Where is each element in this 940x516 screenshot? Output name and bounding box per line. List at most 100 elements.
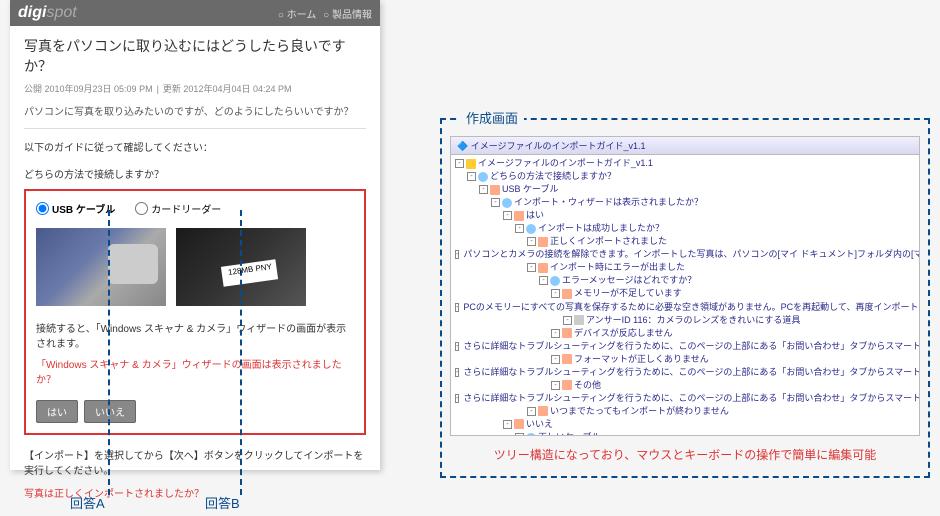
editor-border: 🔷 イメージファイルのインポートガイド_v1.1 -イメージファイルのインポート… xyxy=(440,118,930,478)
tree-node[interactable]: - フォーマットが正しくありません xyxy=(455,353,915,366)
tree-node[interactable]: - エラーメッセージはどれですか？ xyxy=(455,274,915,287)
tree-node[interactable]: -パソコンとカメラの接続を解除できます。インポートした写真は、パソコンの[マイ … xyxy=(455,248,915,261)
tree-node-label[interactable]: いいえ xyxy=(526,418,553,431)
tree-node[interactable]: - インポート・ウィザードは表示されましたか？ xyxy=(455,196,915,209)
tree-toggle-icon[interactable]: - xyxy=(551,289,560,298)
q-icon xyxy=(478,172,488,182)
tree-toggle-icon[interactable]: - xyxy=(455,394,459,403)
tree-node[interactable]: - アンサーID 116：カメラのレンズをきれいにする道具 xyxy=(455,314,915,327)
tree-toggle-icon[interactable]: - xyxy=(455,368,459,377)
tree-node-label[interactable]: さらに詳細なトラブルシューティングを行うために、このページの上部にある「お問い合… xyxy=(463,392,920,405)
faq-meta: 公開 2010年09月23日 05:09 PM|更新 2012年04月04日 0… xyxy=(24,82,366,95)
tree-node[interactable]: - インポート時にエラーが出ました xyxy=(455,261,915,274)
tree-toggle-icon[interactable]: - xyxy=(467,172,476,181)
tree-toggle-icon[interactable]: - xyxy=(455,250,459,259)
a-icon xyxy=(562,289,572,299)
tree-node[interactable]: - いいえ xyxy=(455,418,915,431)
tree-content[interactable]: -イメージファイルのインポートガイド_v1.1-どちらの方法で接続しますか？-U… xyxy=(451,155,919,436)
import-text: 【インポート】を選択してから【次へ】ボタンをクリックしてインポートを実行してくだ… xyxy=(24,449,366,479)
a-icon xyxy=(490,185,500,195)
tree-node[interactable]: - イメージファイルのインポートガイド_v1.1 xyxy=(455,157,915,170)
tree-node-label[interactable]: 正しいケーブル xyxy=(538,431,600,436)
tree-toggle-icon[interactable]: - xyxy=(503,211,512,220)
tree-node[interactable]: - インポートは成功しましたか？ xyxy=(455,222,915,235)
tree-toggle-icon[interactable]: - xyxy=(503,420,512,429)
tree-node-label[interactable]: PCのメモリーにすべての写真を保存するために必要な空き領域がありません。PCを再… xyxy=(463,301,920,314)
btn-no[interactable]: いいえ xyxy=(84,400,136,423)
tree-toggle-icon[interactable]: - xyxy=(527,237,536,246)
nav-links: ○ ホーム ○ 製品情報 xyxy=(274,6,372,21)
q-icon xyxy=(526,224,536,234)
tree-toggle-icon[interactable]: - xyxy=(551,355,560,364)
tree-node-label[interactable]: USB ケーブル xyxy=(502,183,558,196)
tree-node[interactable]: - 正しくインポートされました xyxy=(455,235,915,248)
tree-node-label[interactable]: さらに詳細なトラブルシューティングを行うために、このページの上部にある「お問い合… xyxy=(463,366,920,379)
tree-toggle-icon[interactable]: - xyxy=(551,329,560,338)
tree-node[interactable]: - デバイスが反応しません xyxy=(455,327,915,340)
faq-instruction: 以下のガイドに従って確認してください： xyxy=(24,139,366,154)
tree-node-label[interactable]: メモリーが不足しています xyxy=(574,287,682,300)
nav-products[interactable]: ○ 製品情報 xyxy=(323,10,372,21)
tree-node-label[interactable]: はい xyxy=(526,209,544,222)
tree-node-label[interactable]: パソコンとカメラの接続を解除できます。インポートした写真は、パソコンの[マイ ド… xyxy=(463,248,920,261)
tree-toggle-icon[interactable]: - xyxy=(527,407,536,416)
divider xyxy=(24,128,366,129)
tree-node[interactable]: - その他 xyxy=(455,379,915,392)
tree-toggle-icon[interactable]: - xyxy=(539,276,548,285)
tree-toggle-icon[interactable]: - xyxy=(515,433,524,436)
radio-card[interactable] xyxy=(135,202,148,215)
btn-yes[interactable]: はい xyxy=(36,400,78,423)
tree-node-label[interactable]: 正しくインポートされました xyxy=(550,235,667,248)
tree-node-label[interactable]: どちらの方法で接続しますか？ xyxy=(490,170,616,183)
tree-toggle-icon[interactable]: - xyxy=(527,263,536,272)
a-icon xyxy=(562,328,572,338)
tree-node[interactable]: -さらに詳細なトラブルシューティングを行うために、このページの上部にある「お問い… xyxy=(455,340,915,353)
tree-node-label[interactable]: デバイスが反応しません xyxy=(574,327,672,340)
tree-toggle-icon[interactable]: - xyxy=(551,381,560,390)
tree-toggle-icon[interactable]: - xyxy=(455,303,459,312)
faq-body: 写真をパソコンに取り込むにはどうしたら良いですか？ 公開 2010年09月23日… xyxy=(10,26,380,510)
tree-node[interactable]: - いつまでたってもインポートが終わりません xyxy=(455,405,915,418)
tree-panel: 🔷 イメージファイルのインポートガイド_v1.1 -イメージファイルのインポート… xyxy=(450,136,920,436)
tree-toggle-icon[interactable]: - xyxy=(479,185,488,194)
editor-section: 作成画面 🔷 イメージファイルのインポートガイド_v1.1 -イメージファイルの… xyxy=(440,118,930,478)
option-usb[interactable]: USB ケーブル xyxy=(36,201,115,216)
tree-toggle-icon[interactable]: - xyxy=(563,316,572,325)
tree-header-text: イメージファイルのインポートガイド_v1.1 xyxy=(471,141,646,151)
image-usb xyxy=(36,228,166,306)
tree-node-label[interactable]: エラーメッセージはどれですか？ xyxy=(562,274,696,287)
tree-node[interactable]: -さらに詳細なトラブルシューティングを行うために、このページの上部にある「お問い… xyxy=(455,392,915,405)
tree-toggle-icon[interactable]: - xyxy=(515,224,524,233)
faq-question: パソコンに写真を取り込みたいのですが、どのようにしたらいいですか？ xyxy=(24,103,366,118)
meta-updated: 更新 2012年04月04日 04:24 PM xyxy=(163,84,292,94)
editor-title: 作成画面 xyxy=(460,108,524,127)
tree-node-label[interactable]: いつまでたってもインポートが終わりません xyxy=(550,405,729,418)
tree-toggle-icon[interactable]: - xyxy=(491,198,500,207)
tree-node-label[interactable]: さらに詳細なトラブルシューティングを行うために、このページの上部にある「お問い合… xyxy=(463,340,920,353)
tree-node[interactable]: - メモリーが不足しています xyxy=(455,287,915,300)
tree-node-label[interactable]: アンサーID 116：カメラのレンズをきれいにする道具 xyxy=(586,314,800,327)
logo-sub: spot xyxy=(46,4,76,21)
tree-node-label[interactable]: フォーマットが正しくありません xyxy=(574,353,709,366)
tree-node[interactable]: - はい xyxy=(455,209,915,222)
tree-node-label[interactable]: インポート時にエラーが出ました xyxy=(550,261,685,274)
a-icon xyxy=(538,406,548,416)
a-icon xyxy=(538,237,548,247)
faq-header: digispot ○ ホーム ○ 製品情報 xyxy=(10,0,380,26)
faq-title: 写真をパソコンに取り込むにはどうしたら良いですか？ xyxy=(24,36,366,76)
tree-node[interactable]: -さらに詳細なトラブルシューティングを行うために、このページの上部にある「お問い… xyxy=(455,366,915,379)
tree-node[interactable]: - USB ケーブル xyxy=(455,183,915,196)
radio-usb[interactable] xyxy=(36,202,49,215)
faq-panel: digispot ○ ホーム ○ 製品情報 写真をパソコンに取り込むにはどうした… xyxy=(10,0,380,470)
tree-node-label[interactable]: イメージファイルのインポートガイド_v1.1 xyxy=(478,157,653,170)
option-card[interactable]: カードリーダー xyxy=(135,201,221,216)
tree-node-label[interactable]: その他 xyxy=(574,379,601,392)
tree-node-label[interactable]: インポートは成功しましたか？ xyxy=(538,222,664,235)
tree-toggle-icon[interactable]: - xyxy=(455,342,459,351)
nav-home[interactable]: ○ ホーム xyxy=(278,10,317,21)
tree-toggle-icon[interactable]: - xyxy=(455,159,464,168)
tree-node-label[interactable]: インポート・ウィザードは表示されましたか？ xyxy=(514,196,703,209)
tree-node[interactable]: - 正しいケーブル xyxy=(455,431,915,436)
tree-node[interactable]: - どちらの方法で接続しますか？ xyxy=(455,170,915,183)
tree-node[interactable]: -PCのメモリーにすべての写真を保存するために必要な空き領域がありません。PCを… xyxy=(455,301,915,314)
